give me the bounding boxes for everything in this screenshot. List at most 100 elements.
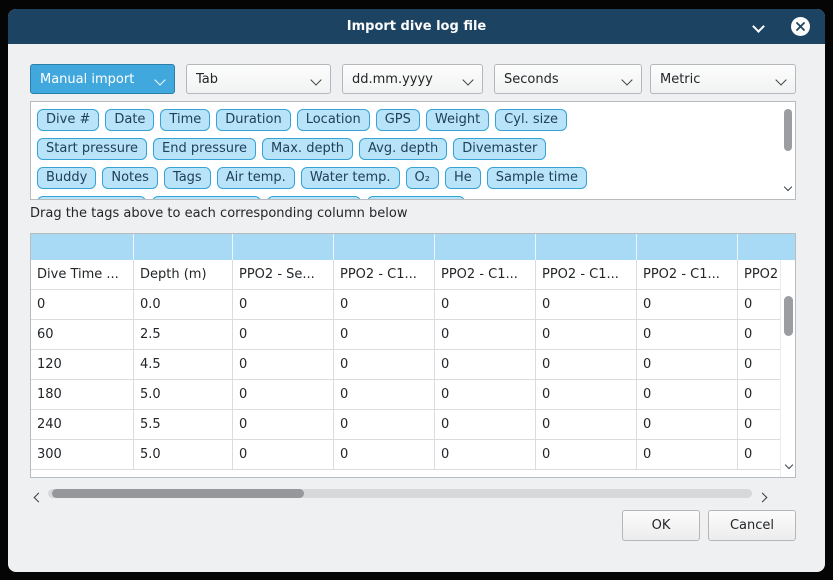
table-cell: 0 — [233, 320, 334, 350]
tag-duration[interactable]: Duration — [216, 109, 290, 131]
scroll-right-icon — [758, 493, 768, 503]
table-cell: 0 — [435, 290, 536, 320]
tag-date[interactable]: Date — [105, 109, 154, 131]
table-cell: 5.0 — [134, 440, 233, 470]
table-cell: 120 — [31, 350, 134, 380]
table-cell: 0 — [334, 380, 435, 410]
table-cell: 0 — [738, 410, 783, 440]
titlebar-menu-button[interactable] — [751, 20, 767, 36]
tag-sample-depth[interactable]: Sample depth — [37, 196, 146, 200]
table-cell: 240 — [31, 410, 134, 440]
preview-table: Dive Time ...Depth (m)PPO2 - Se...PPO2 -… — [30, 233, 796, 478]
table-cell: 5.5 — [134, 410, 233, 440]
separator-select[interactable]: Tab — [186, 64, 331, 94]
preview-table-body: Dive Time ...Depth (m)PPO2 - Se...PPO2 -… — [31, 260, 783, 477]
tag-time[interactable]: Time — [160, 109, 210, 131]
column-header-cell: Depth (m) — [134, 260, 233, 290]
tag-avg-depth[interactable]: Avg. depth — [359, 138, 447, 160]
table-cell: 5.0 — [134, 380, 233, 410]
tag-sample-po[interactable]: Sample pO₂ — [267, 196, 362, 200]
chevron-down-icon — [462, 74, 473, 85]
drop-target-cell[interactable] — [233, 234, 334, 260]
drop-target-cell[interactable] — [134, 234, 233, 260]
chevron-down-icon — [154, 74, 165, 85]
ok-button[interactable]: OK — [622, 510, 700, 541]
chevron-down-icon — [621, 74, 632, 85]
table-cell: 0 — [536, 320, 637, 350]
table-cell: 0 — [435, 410, 536, 440]
tag-max-depth[interactable]: Max. depth — [262, 138, 353, 160]
table-cell: 0 — [738, 440, 783, 470]
column-header-cell: Dive Time ... — [31, 260, 134, 290]
scroll-left-button[interactable] — [35, 490, 42, 505]
tag-location[interactable]: Location — [297, 109, 370, 131]
table-cell: 0 — [334, 440, 435, 470]
table-cell: 0 — [334, 350, 435, 380]
tag-water-temp[interactable]: Water temp. — [301, 167, 400, 189]
table-cell: 0 — [637, 380, 738, 410]
drop-target-cell[interactable] — [536, 234, 637, 260]
tag-start-pressure[interactable]: Start pressure — [37, 138, 147, 160]
drop-target-cell[interactable] — [334, 234, 435, 260]
table-cell: 0 — [536, 350, 637, 380]
table-cell: 0 — [435, 380, 536, 410]
table-cell: 0 — [536, 410, 637, 440]
tag-air-temp[interactable]: Air temp. — [217, 167, 295, 189]
table-cell: 0 — [738, 290, 783, 320]
chevron-down-icon — [775, 74, 786, 85]
tag-buddy[interactable]: Buddy — [37, 167, 96, 189]
tag-cyl-size[interactable]: Cyl. size — [495, 109, 567, 131]
units-select[interactable]: Metric — [650, 64, 796, 94]
tag-gps[interactable]: GPS — [376, 109, 420, 131]
table-cell: 0 — [637, 410, 738, 440]
date-format-select[interactable]: dd.mm.yyyy — [342, 64, 483, 94]
import-dialog: Import dive log file Manual import Tab d… — [8, 9, 825, 572]
tag-sample-time[interactable]: Sample time — [487, 167, 587, 189]
scroll-right-button[interactable] — [759, 490, 766, 505]
table-header-row: Dive Time ...Depth (m)PPO2 - Se...PPO2 -… — [31, 260, 783, 290]
tags-panel: Dive # Date Time Duration Location GPS Weight C… — [30, 101, 796, 200]
drop-target-cell[interactable] — [637, 234, 738, 260]
import-mode-select[interactable]: Manual import — [30, 64, 175, 94]
tags-scroll-down-button[interactable] — [785, 179, 791, 194]
table-cell: 0 — [536, 440, 637, 470]
table-vertical-scrollbar[interactable] — [780, 260, 795, 477]
tag-sample-cns[interactable]: Sample CNS — [367, 196, 465, 200]
close-button[interactable] — [790, 16, 811, 37]
chevron-down-icon — [310, 74, 321, 85]
drop-target-cell[interactable] — [31, 234, 134, 260]
table-cell: 0 — [738, 350, 783, 380]
tag-weight[interactable]: Weight — [426, 109, 489, 131]
horizontal-scrollbar-track[interactable] — [48, 489, 752, 498]
table-cell: 0 — [233, 350, 334, 380]
drop-target-cell[interactable] — [435, 234, 536, 260]
column-header-cell: PPO2 - C1... — [435, 260, 536, 290]
table-cell: 180 — [31, 380, 134, 410]
tags-scrollbar-thumb[interactable] — [784, 109, 792, 151]
table-cell: 2.5 — [134, 320, 233, 350]
tag-end-pressure[interactable]: End pressure — [153, 138, 256, 160]
table-row: 602.5000000 — [31, 320, 783, 350]
table-cell: 0 — [536, 290, 637, 320]
tag-o[interactable]: O₂ — [406, 167, 439, 189]
table-row: 2405.5000000 — [31, 410, 783, 440]
cancel-button[interactable]: Cancel — [708, 510, 796, 541]
tag-sample-temp[interactable]: Sample temp. — [152, 196, 261, 200]
units-value: Metric — [660, 72, 700, 87]
time-format-select[interactable]: Seconds — [494, 64, 642, 94]
table-cell: 0 — [536, 380, 637, 410]
table-cell: 0 — [435, 350, 536, 380]
tag-notes[interactable]: Notes — [102, 167, 158, 189]
tag-tags[interactable]: Tags — [164, 167, 211, 189]
table-cell: 60 — [31, 320, 134, 350]
tag-he[interactable]: He — [445, 167, 481, 189]
import-mode-value: Manual import — [40, 72, 134, 87]
table-scrollbar-thumb[interactable] — [784, 296, 793, 336]
table-scroll-down-button[interactable] — [786, 457, 792, 472]
tag-divemaster[interactable]: Divemaster — [453, 138, 546, 160]
horizontal-scrollbar-thumb[interactable] — [52, 489, 304, 498]
drop-target-row — [31, 234, 796, 261]
tag-dive[interactable]: Dive # — [37, 109, 99, 131]
table-cell: 0 — [637, 440, 738, 470]
drop-target-cell[interactable] — [738, 234, 796, 260]
